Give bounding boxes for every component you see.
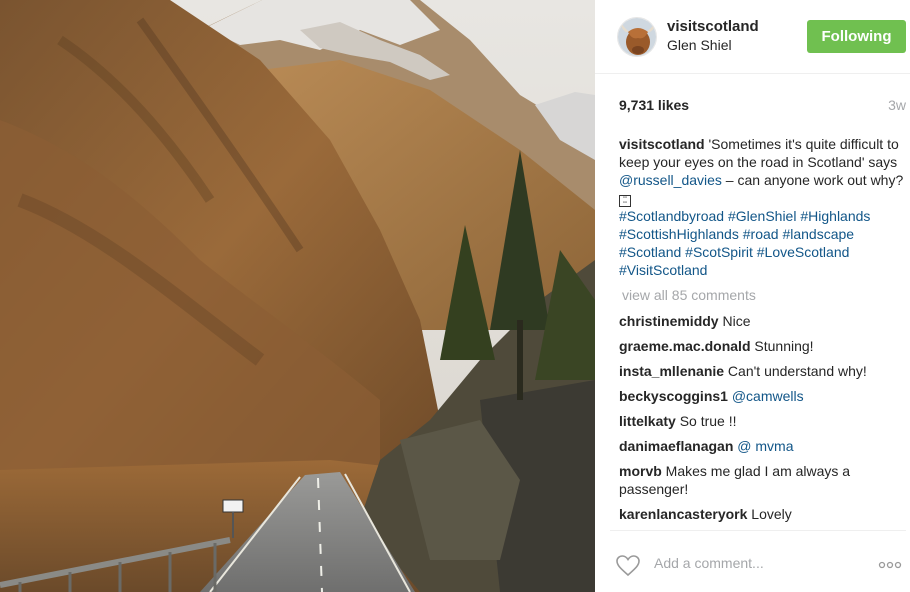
post-caption: visitscotland 'Sometimes it's quite diff… (619, 135, 904, 279)
view-all-comments-link[interactable]: view all 85 comments (622, 287, 756, 303)
comment-item: karenlancasteryork Lovely (619, 505, 904, 523)
comment-item: insta_mllenanie Can't understand why! (619, 362, 904, 380)
comment-text: Nice (718, 313, 751, 329)
comment-item: littelkaty So true !! (619, 412, 904, 430)
following-button[interactable]: Following (807, 20, 906, 53)
comment-username[interactable]: morvb (619, 463, 662, 479)
post-header: visitscotland Glen Shiel Following (595, 0, 910, 74)
comment-username[interactable]: danimaeflanagan (619, 438, 733, 454)
hashtag[interactable]: #ScotSpirit (685, 244, 753, 260)
post-side-panel: visitscotland Glen Shiel Following 9,731… (595, 0, 910, 592)
comment-item: morvb Makes me glad I am always a passen… (619, 462, 904, 498)
hashtag[interactable]: #Highlands (800, 208, 870, 224)
hashtag[interactable]: #ScottishHighlands (619, 226, 739, 242)
highland-cow-avatar-icon[interactable] (617, 17, 657, 57)
post-footer: Add a comment... (610, 530, 906, 592)
caption-username[interactable]: visitscotland (619, 136, 705, 152)
road-sign-emoji-icon: ▫▫ ▫▫ (619, 195, 631, 207)
more-options-icon[interactable] (878, 559, 902, 571)
caption-mention[interactable]: @russell_davies (619, 172, 722, 188)
comment-username[interactable]: graeme.mac.donald (619, 338, 751, 354)
heart-icon[interactable] (616, 555, 640, 577)
comment-username[interactable]: littelkaty (619, 413, 676, 429)
hashtag[interactable]: #Scotland (619, 244, 681, 260)
comment-username[interactable]: karenlancasteryork (619, 506, 747, 522)
post-photo[interactable] (0, 0, 595, 592)
comment-username[interactable]: beckyscoggins1 (619, 388, 728, 404)
hashtag[interactable]: #VisitScotland (619, 262, 707, 278)
caption-text-2: – can anyone work out why? (721, 172, 904, 188)
comment-item: beckyscoggins1 @camwells (619, 387, 904, 405)
comment-item: christinemiddy Nice (619, 312, 904, 330)
comment-mention[interactable]: @camwells (732, 388, 804, 404)
hashtag[interactable]: #landscape (782, 226, 854, 242)
comment-mention[interactable]: @ mvma (737, 438, 793, 454)
comment-text: So true !! (675, 413, 737, 429)
comment-text: Lovely (747, 506, 792, 522)
comment-item: danimaeflanagan @ mvma (619, 437, 904, 455)
post-username[interactable]: visitscotland (667, 18, 759, 35)
hashtag[interactable]: #Scotlandbyroad (619, 208, 724, 224)
comment-item: graeme.mac.donald Stunning! (619, 337, 904, 355)
hashtag[interactable]: #LoveScotland (757, 244, 850, 260)
comment-username[interactable]: christinemiddy (619, 313, 719, 329)
add-comment-input[interactable]: Add a comment... (654, 555, 764, 571)
comment-list: christinemiddy Nice graeme.mac.donald St… (619, 312, 904, 530)
hashtag[interactable]: #GlenShiel (728, 208, 797, 224)
hashtag[interactable]: #road (743, 226, 779, 242)
post-timestamp[interactable]: 3w (888, 97, 906, 113)
likes-count[interactable]: 9,731 likes (619, 97, 689, 113)
post-location[interactable]: Glen Shiel (667, 37, 732, 53)
glen-shiel-road-image (0, 0, 595, 592)
comment-text: Stunning! (750, 338, 814, 354)
comment-username[interactable]: insta_mllenanie (619, 363, 724, 379)
comment-text: Can't understand why! (724, 363, 867, 379)
